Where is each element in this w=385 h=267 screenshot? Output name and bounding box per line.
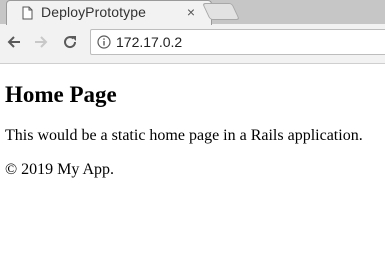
address-bar[interactable] <box>90 29 385 55</box>
tab-strip: DeployPrototype × <box>0 0 385 25</box>
reload-icon[interactable] <box>61 33 79 51</box>
document-icon <box>21 5 33 20</box>
browser-chrome: DeployPrototype × <box>0 0 385 64</box>
page-description: This would be a static home page in a Ra… <box>5 127 363 144</box>
page-title: Home Page <box>5 82 117 107</box>
tab-close-icon[interactable]: × <box>183 4 199 20</box>
info-icon[interactable] <box>97 35 111 49</box>
back-arrow-icon[interactable] <box>5 33 23 51</box>
tab-title: DeployPrototype <box>41 4 147 20</box>
page-content: Home Page This would be a static home pa… <box>0 65 385 267</box>
url-input[interactable] <box>116 32 376 52</box>
page-footer: © 2019 My App. <box>5 161 115 178</box>
forward-arrow-icon[interactable] <box>32 33 50 51</box>
tab-deploy-prototype[interactable]: DeployPrototype × <box>6 0 212 25</box>
toolbar <box>0 24 385 64</box>
